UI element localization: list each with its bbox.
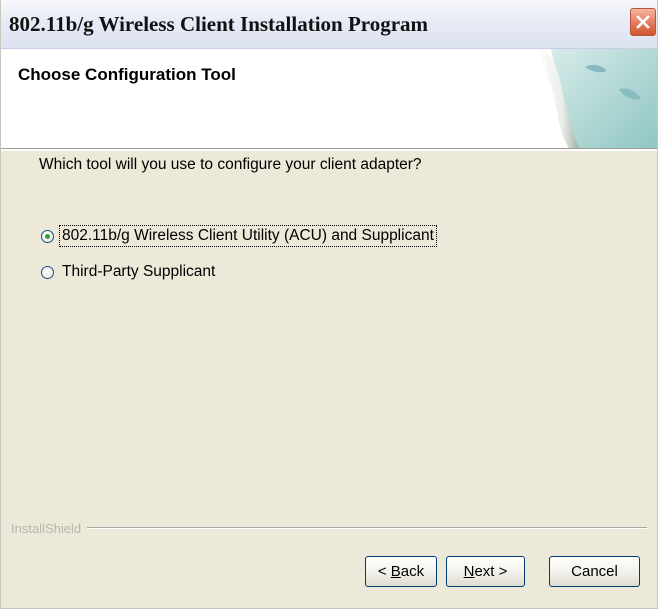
window-title: 802.11b/g Wireless Client Installation P… [9, 12, 429, 36]
next-suffix: > [494, 563, 508, 580]
next-button[interactable]: Next > [446, 556, 525, 587]
question-text: Which tool will you use to configure you… [39, 156, 422, 173]
option-acu[interactable]: 802.11b/g Wireless Client Utility (ACU) … [41, 225, 437, 247]
option-third-party-label[interactable]: Third-Party Supplicant [60, 262, 217, 282]
back-prefix: < [377, 563, 391, 580]
title-bar[interactable]: 802.11b/g Wireless Client Installation P… [1, 0, 657, 49]
back-rest: ack [400, 563, 425, 580]
close-x-icon [636, 15, 650, 29]
installer-window: 802.11b/g Wireless Client Installation P… [0, 0, 658, 609]
radio-button-checked[interactable] [41, 229, 54, 243]
installshield-separator: InstallShield [1, 520, 657, 536]
radio-button-unchecked[interactable] [41, 265, 54, 279]
separator-line [87, 527, 647, 529]
cancel-button[interactable]: Cancel [549, 556, 640, 587]
option-third-party[interactable]: Third-Party Supplicant [41, 262, 217, 282]
back-button[interactable]: < Back [365, 556, 437, 587]
wizard-header: Choose Configuration Tool [1, 49, 657, 151]
brand-label: InstallShield [11, 520, 82, 536]
close-button[interactable] [630, 8, 656, 36]
next-mnemonic: N [463, 563, 475, 580]
wizard-page-curl-graphic [523, 49, 657, 148]
option-acu-label[interactable]: 802.11b/g Wireless Client Utility (ACU) … [59, 225, 437, 247]
next-rest: ext [474, 563, 495, 580]
back-mnemonic: B [390, 563, 401, 580]
cancel-label: Cancel [571, 563, 618, 580]
page-title: Choose Configuration Tool [18, 65, 236, 84]
